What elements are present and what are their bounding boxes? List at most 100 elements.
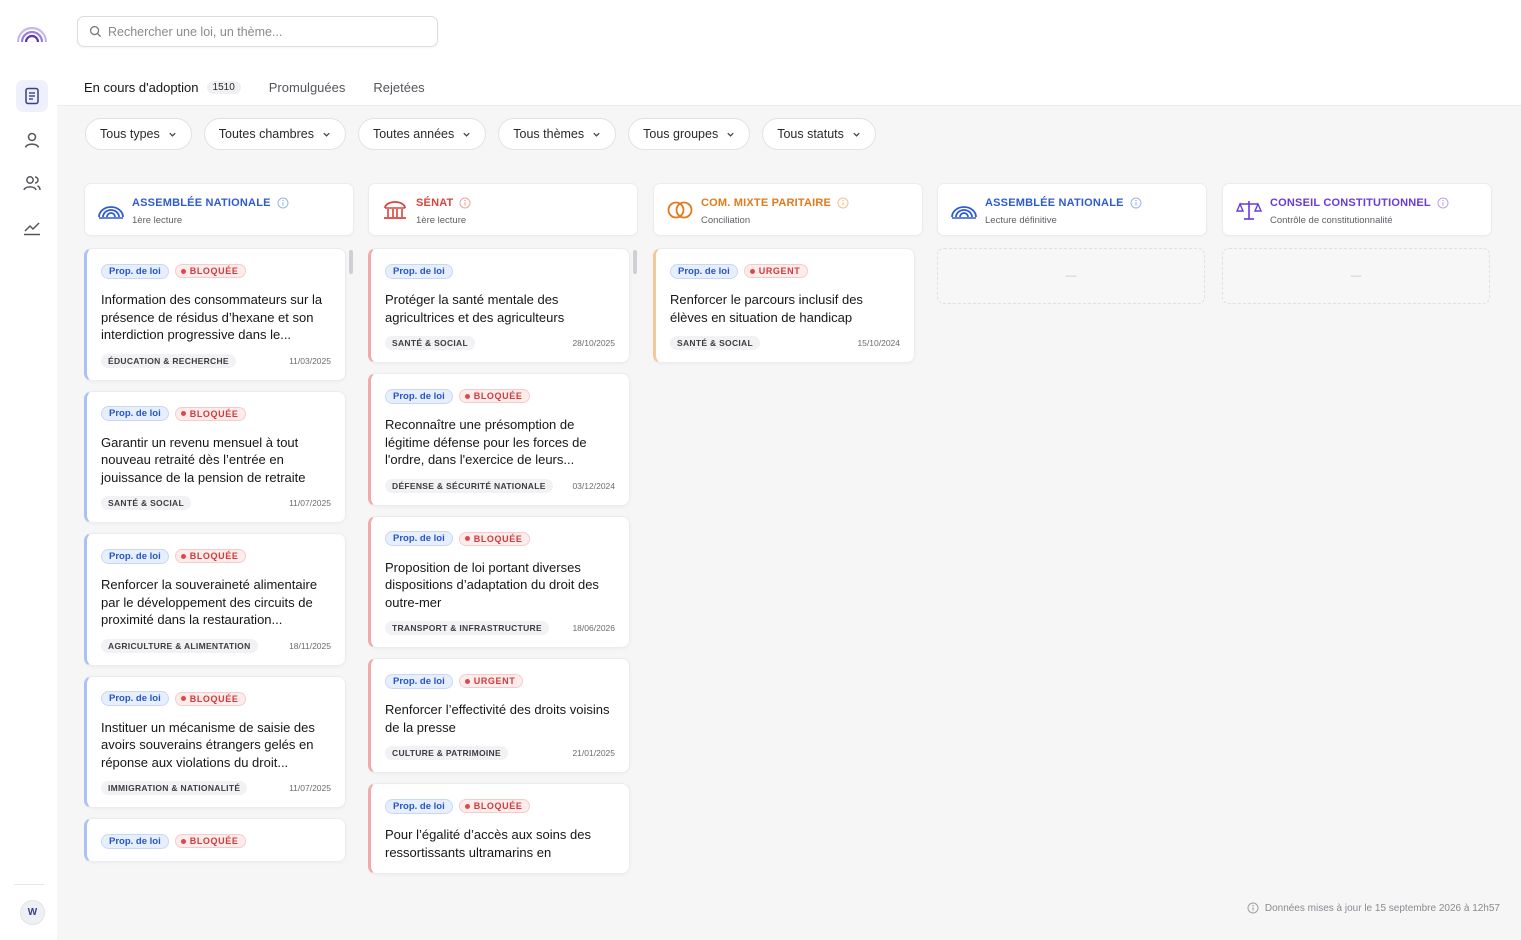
- column-title-text: ASSEMBLÉE NATIONALE: [132, 197, 271, 209]
- search-bar[interactable]: [77, 16, 438, 47]
- column-cmp-conciliation: COM. MIXTE PARITAIRE Conciliation Prop. …: [653, 183, 923, 363]
- card-title: Pour l’égalité d’accès aux soins des res…: [385, 827, 591, 860]
- law-card[interactable]: Prop. de loi BLOQUÉE Information des cons…: [84, 248, 346, 381]
- column-card-list[interactable]: Prop. de loi Protéger la santé mentale d…: [368, 248, 638, 918]
- senat-icon: [384, 201, 406, 219]
- card-date: 11/07/2025: [289, 498, 331, 508]
- tab-count-badge: 1510: [206, 80, 241, 94]
- tab-in-progress[interactable]: En cours d'adoption 1510: [70, 68, 255, 107]
- status-text: BLOQUÉE: [473, 801, 523, 811]
- sidebar-item-laws[interactable]: [16, 80, 48, 112]
- theme-tag: ÉDUCATION & RECHERCHE: [101, 353, 236, 368]
- theme-tag: SANTÉ & SOCIAL: [385, 336, 475, 350]
- assemblee-icon: [98, 206, 124, 219]
- column-title-text: COM. MIXTE PARITAIRE: [701, 197, 832, 209]
- app-logo-icon[interactable]: [15, 22, 49, 44]
- type-badge: Prop. de loi: [385, 531, 453, 546]
- card-date: 18/06/2026: [572, 623, 615, 633]
- sidebar: W: [0, 0, 57, 940]
- filter-theme[interactable]: Tous thèmes: [498, 118, 617, 150]
- search-input[interactable]: [108, 24, 428, 39]
- info-icon[interactable]: [459, 197, 471, 209]
- sidebar-item-groups[interactable]: [16, 167, 48, 199]
- law-card[interactable]: Prop. de loi URGENT Renforcer le parcours…: [653, 248, 915, 363]
- column-card-list[interactable]: Prop. de loi BLOQUÉE Information des cons…: [84, 248, 354, 918]
- column-header: ASSEMBLÉE NATIONALE Lecture définitive: [937, 183, 1207, 236]
- law-card[interactable]: Prop. de loi BLOQUÉE Renforcer la souvera…: [84, 533, 346, 666]
- document-icon: [25, 87, 39, 105]
- empty-placeholder: —: [1222, 248, 1490, 304]
- law-card[interactable]: Prop. de loi BLOQUÉE Pour l’égalité d’acc…: [368, 783, 630, 874]
- filter-label: Toutes chambres: [218, 127, 314, 141]
- column-assemblee-final-reading: ASSEMBLÉE NATIONALE Lecture définitive —: [937, 183, 1207, 304]
- card-title: Renforcer le parcours inclusif des élève…: [670, 292, 863, 325]
- status-dot: [180, 553, 186, 559]
- status-badge: BLOQUÉE: [458, 799, 531, 813]
- chevron-down-icon: [853, 132, 860, 137]
- filter-status[interactable]: Tous statuts: [762, 118, 876, 150]
- tab-promulgated[interactable]: Promulguées: [255, 68, 360, 106]
- people-icon: [23, 176, 41, 191]
- status-text: BLOQUÉE: [189, 266, 239, 276]
- law-card[interactable]: Prop. de loi BLOQUÉE Proposition de loi p…: [368, 515, 630, 648]
- status-dot: [464, 678, 470, 684]
- scrollbar[interactable]: [349, 250, 353, 274]
- law-card[interactable]: Prop. de loi BLOQUÉE: [84, 818, 346, 862]
- theme-tag: TRANSPORT & INFRASTRUCTURE: [385, 621, 549, 635]
- status-badge: BLOQUÉE: [174, 834, 247, 848]
- column-title-text: CONSEIL CONSTITUTIONNEL: [1270, 197, 1431, 209]
- law-card[interactable]: Prop. de loi BLOQUÉE Garantir un revenu m…: [84, 390, 346, 523]
- info-icon: [1247, 902, 1259, 914]
- cmp-icon: [667, 201, 693, 219]
- column-header: COM. MIXTE PARITAIRE Conciliation: [653, 183, 923, 236]
- type-badge: Prop. de loi: [101, 263, 169, 279]
- column-title-text: SÉNAT: [416, 197, 454, 209]
- tab-rejected[interactable]: Rejetées: [359, 68, 438, 106]
- status-text: URGENT: [473, 676, 516, 686]
- filter-year[interactable]: Toutes années: [357, 118, 487, 150]
- filter-bar: Tous types Toutes chambres Toutes années…: [85, 118, 876, 150]
- info-icon[interactable]: [277, 197, 289, 209]
- scales-icon: [1235, 201, 1263, 220]
- sidebar-item-deputies[interactable]: [16, 124, 48, 156]
- column-title: COM. MIXTE PARITAIRE: [701, 197, 849, 209]
- column-title-text: ASSEMBLÉE NATIONALE: [985, 197, 1124, 209]
- law-card[interactable]: Prop. de loi BLOQUÉE Instituer un mécanis…: [84, 675, 346, 808]
- last-updated-note: Données mises à jour le 15 septembre 202…: [1247, 902, 1500, 914]
- filter-group[interactable]: Tous groupes: [628, 118, 751, 150]
- theme-tag: DÉFENSE & SÉCURITÉ NATIONALE: [385, 478, 553, 493]
- search-icon: [89, 25, 102, 38]
- info-icon[interactable]: [1437, 197, 1449, 209]
- law-card[interactable]: Prop. de loi Protéger la santé mentale d…: [368, 248, 630, 363]
- main-board: Tous types Toutes chambres Toutes années…: [57, 106, 1521, 940]
- card-title: Renforcer la souveraineté alimentaire pa…: [101, 577, 318, 627]
- column-title: CONSEIL CONSTITUTIONNEL: [1270, 197, 1449, 209]
- avatar[interactable]: W: [20, 900, 45, 925]
- column-title: ASSEMBLÉE NATIONALE: [985, 197, 1142, 209]
- type-badge: Prop. de loi: [101, 833, 169, 849]
- filter-label: Tous groupes: [643, 127, 719, 141]
- law-card[interactable]: Prop. de loi BLOQUÉE Reconnaître une prés…: [368, 373, 630, 506]
- column-card-list[interactable]: Prop. de loi URGENT Renforcer le parcours…: [653, 248, 923, 918]
- column-subtitle: Lecture définitive: [985, 215, 1057, 226]
- status-badge: BLOQUÉE: [174, 264, 247, 278]
- status-text: BLOQUÉE: [189, 836, 239, 846]
- status-text: BLOQUÉE: [473, 391, 523, 401]
- type-badge: Prop. de loi: [101, 548, 169, 564]
- type-badge: Prop. de loi: [670, 263, 738, 279]
- scrollbar[interactable]: [633, 250, 637, 274]
- status-text: BLOQUÉE: [189, 408, 239, 419]
- assemblee-icon: [951, 206, 977, 219]
- card-title: Reconnaître une présomption de légitime …: [385, 417, 587, 467]
- card-title: Instituer un mécanisme de saisie des avo…: [101, 719, 315, 770]
- sidebar-item-stats[interactable]: [16, 211, 48, 243]
- info-icon[interactable]: [1130, 197, 1142, 209]
- law-card[interactable]: Prop. de loi URGENT Renforcer l’effectivi…: [368, 658, 630, 773]
- column-subtitle: Conciliation: [701, 215, 751, 226]
- filter-label: Tous types: [100, 127, 160, 141]
- status-dot: [180, 411, 186, 416]
- status-badge: URGENT: [743, 264, 809, 278]
- filter-chamber[interactable]: Toutes chambres: [203, 118, 346, 150]
- info-icon[interactable]: [837, 197, 849, 209]
- filter-type[interactable]: Tous types: [85, 118, 192, 150]
